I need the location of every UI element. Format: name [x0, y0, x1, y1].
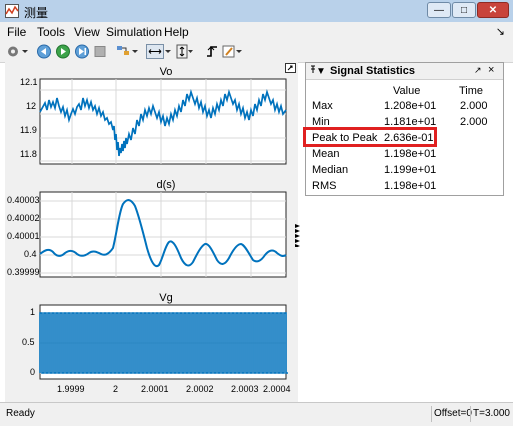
- stats-row-max: Max 1.208e+01 2.000: [312, 100, 500, 115]
- signal-statistics-panel: ▼ Signal Statistics ↗ × Value Time Max 1…: [303, 62, 504, 196]
- step-forward-icon[interactable]: [74, 44, 90, 59]
- stop-icon[interactable]: [93, 44, 107, 59]
- scope-axes[interactable]: [5, 62, 298, 402]
- plot-area: Vo d(s) Vg 12.1 12 11.9 11.8 0.40003 0.4…: [5, 62, 298, 402]
- stats-value: 1.208e+01: [384, 100, 437, 112]
- cursor-marker-icon[interactable]: [294, 223, 302, 247]
- stats-value: 1.199e+01: [384, 164, 437, 176]
- minimize-button[interactable]: —: [427, 2, 451, 18]
- vg-ytick: 0.5: [22, 337, 35, 347]
- status-text: Ready: [6, 408, 35, 419]
- vg-axes: [39, 304, 288, 380]
- close-button[interactable]: ✕: [477, 2, 509, 18]
- xtick: 1.9999: [57, 384, 85, 394]
- vg-ytick: 0: [30, 367, 36, 377]
- xtick: 2.0003: [231, 384, 259, 394]
- stats-title: Signal Statistics: [330, 65, 415, 77]
- stats-row-mean: Mean 1.198e+01: [312, 148, 500, 163]
- status-bar: Ready Offset=0 T=3.000: [0, 402, 513, 426]
- scope-app-icon: [5, 4, 19, 18]
- highlight-block-icon[interactable]: [116, 44, 140, 59]
- toolbar: [0, 41, 513, 63]
- zoom-xy-icon[interactable]: [146, 44, 172, 59]
- xtick: 2.0004: [263, 384, 291, 394]
- ds-ytick: 0.40001: [7, 231, 40, 241]
- stats-value: 1.198e+01: [384, 148, 437, 160]
- style-brush-icon[interactable]: [222, 44, 244, 59]
- stats-row-rms: RMS 1.198e+01: [312, 180, 500, 195]
- stats-value: 1.198e+01: [384, 180, 437, 192]
- stats-col-value: Value: [393, 85, 421, 97]
- close-panel-icon[interactable]: ×: [488, 64, 494, 76]
- gear-icon[interactable]: [6, 44, 30, 59]
- stats-time: 2.000: [460, 116, 488, 128]
- ds-ytick: 0.40002: [7, 213, 40, 223]
- xtick: 2.0002: [186, 384, 214, 394]
- ds-ytick: 0.4: [24, 249, 37, 259]
- vo-ytick: 12: [26, 101, 37, 111]
- undock-icon[interactable]: [285, 63, 296, 73]
- stats-label: RMS: [312, 180, 337, 192]
- panel-menu-icon[interactable]: ▼: [310, 65, 326, 77]
- menu-view[interactable]: View: [74, 25, 100, 39]
- vo-ytick: 12.1: [20, 77, 38, 87]
- stats-time: 2.000: [460, 100, 488, 112]
- stats-label: Median: [312, 164, 349, 176]
- vg-ytick: 1: [30, 307, 36, 317]
- maximize-button[interactable]: □: [452, 2, 476, 18]
- menu-tools[interactable]: Tools: [37, 25, 65, 39]
- vo-axes: [39, 78, 287, 165]
- dock-arrow-icon[interactable]: ↘: [496, 25, 505, 38]
- menu-simulation[interactable]: Simulation: [106, 25, 162, 39]
- ds-axes: [39, 191, 287, 278]
- xtick: 2.0001: [141, 384, 169, 394]
- vg-trace: [39, 312, 288, 374]
- vo-ytick: 11.8: [20, 149, 37, 159]
- step-back-icon[interactable]: [36, 44, 52, 59]
- ds-ytick: 0.39999: [7, 267, 40, 277]
- stats-header: ▼ Signal Statistics ↗ ×: [306, 63, 503, 80]
- status-offset: Offset=0: [431, 406, 474, 422]
- stats-row-median: Median 1.199e+01: [312, 164, 500, 179]
- run-icon[interactable]: [55, 44, 71, 59]
- menu-help[interactable]: Help: [164, 25, 189, 39]
- vg-square-wave: [39, 312, 288, 374]
- window-title: 测量: [24, 6, 49, 20]
- menu-bar: File Tools View Simulation Help ↘: [0, 22, 513, 41]
- stats-label: Mean: [312, 148, 340, 160]
- vo-ytick: 11.9: [20, 125, 37, 135]
- panel-menu-glyph: ▼: [316, 66, 326, 77]
- menu-file[interactable]: File: [7, 25, 26, 39]
- title-bar: 测量 — □ ✕: [0, 0, 513, 23]
- peak-to-peak-highlight: [303, 127, 437, 147]
- status-time: T=3.000: [470, 406, 512, 422]
- undock-arrow-icon[interactable]: ↗: [474, 65, 482, 76]
- scale-axes-icon[interactable]: [175, 44, 193, 59]
- stats-label: Max: [312, 100, 333, 112]
- xtick: 2: [113, 384, 119, 394]
- ds-ytick: 0.40003: [7, 195, 40, 205]
- triggers-icon[interactable]: [205, 44, 219, 59]
- stats-col-time: Time: [459, 85, 484, 97]
